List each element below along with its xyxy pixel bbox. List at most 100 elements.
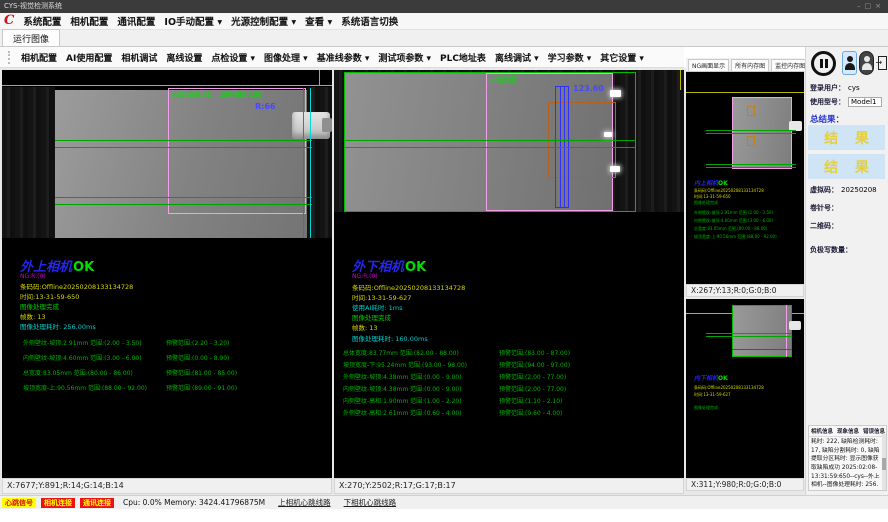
mid-ng-line: NG:R:(0): [352, 273, 378, 280]
virtual-code-value: 20250208: [841, 186, 877, 194]
user-login-button[interactable]: [842, 51, 857, 75]
virtual-code-row: 虚拟码：20250208: [810, 185, 877, 195]
green-measure-line: [345, 140, 635, 141]
total-result-label: 总结果：: [810, 113, 844, 125]
login-user-value: cys: [848, 84, 860, 92]
mid-camera-view[interactable]: AI检测框 123.60 外下相机OK NG:R:(0) 条码码:Offline…: [334, 70, 684, 478]
minimize-button[interactable]: –: [857, 2, 865, 10]
preview-view-1[interactable]: 内上相机OK 条码码:Offline20250208133134728 时间:1…: [686, 72, 804, 284]
menu-language-switch[interactable]: 系统语言切换: [341, 14, 398, 28]
pause-icon: [811, 51, 836, 76]
tool-ai-use-config[interactable]: AI使用配置: [66, 51, 112, 64]
window-titlebar: CYS-视觉检测系统: [0, 0, 888, 13]
left-pixel-coords-bar: X:7677;Y:891;R:14;G:14;B:14: [2, 478, 332, 494]
bottom-spacer: [0, 509, 888, 522]
tool-image-processing[interactable]: 图像处理 ▾: [264, 51, 308, 64]
measurement-row: 坡顶宽度-上:90.56mm 范围:(88.00 - 92.00)预警范围:(8…: [23, 383, 328, 392]
tab-ng-display[interactable]: NG画面显示: [688, 59, 729, 71]
mid-elapsed-time: 图像处理耗时: 160.00ms: [352, 333, 428, 343]
measurement-row: 外侧壁纹-坡顶:4.38mm 范围:(0.00 - 9.00)预警范围:(2.0…: [343, 372, 681, 381]
menu-camera-config[interactable]: 相机配置: [70, 14, 108, 28]
pause-button[interactable]: [809, 49, 837, 77]
window-controls: –□×: [857, 0, 885, 13]
control-panel: → 登录用户：cys 使用型号：Model1 总结果： 结 果 结 果 虚拟码：…: [805, 47, 888, 495]
green-measure-line: [55, 204, 312, 205]
toolbar: 相机配置 AI使用配置 相机调试 离线设置 点检设置 ▾ 图像处理 ▾ 基准线参…: [0, 47, 684, 68]
tool-offline-setting[interactable]: 离线设置: [166, 51, 202, 64]
tab-all-memory-images[interactable]: 所有内存图: [731, 59, 769, 71]
left-camera-status: OK: [73, 260, 94, 275]
app-logo-icon: C: [4, 14, 14, 28]
blue-measure-line: [732, 349, 792, 350]
qr-code-row: 二维码：: [810, 221, 838, 231]
user-switch-button[interactable]: [859, 51, 874, 75]
log-box[interactable]: 相机信息 现象信息 错误信息 耗时: 222, 缺陷检测耗时: 17, 缺陷分割…: [808, 425, 887, 491]
menu-system-config[interactable]: 系统配置: [23, 14, 61, 28]
green-measure-line: [55, 140, 312, 141]
tool-learning-params[interactable]: 学习参数 ▾: [548, 51, 592, 64]
log-tab-camera-info[interactable]: 相机信息: [811, 427, 833, 435]
user-dark-icon: [861, 55, 873, 71]
preview-view-2[interactable]: 内下相机OK 条码码:Offline20250208133134728 时间:1…: [686, 299, 804, 478]
measurement-row: 总宽度:83.05mm 范围:(80.00 - 86.00): [694, 226, 802, 232]
result-box-2: 结 果: [808, 154, 885, 179]
app-window: CYS-视觉检测系统 –□× C 系统配置 相机配置 通讯配置 IO手动配置 ▾…: [0, 0, 888, 522]
exit-button[interactable]: →: [876, 51, 888, 75]
left-frame-count: 帧数: 13: [20, 311, 46, 321]
preview1-pixel-coords-bar: X:267;Y:13;R:0;G:0;B:0: [686, 284, 804, 297]
cyan-vertical-line: [310, 88, 311, 238]
measurement-row: 总体宽度:83.77mm 范围:(82.00 - 88.00)预警范围:(83.…: [343, 348, 681, 357]
log-scrollbar-thumb[interactable]: [882, 458, 886, 470]
tool-camera-debug[interactable]: 相机调试: [121, 51, 157, 64]
window-title: CYS-视觉检测系统: [4, 2, 62, 10]
measurement-row: 内侧壁纹-坡顶:4.60mm 范围:(3.00 - 6.00): [694, 218, 802, 224]
preview2-pixel-coords-bar: X:311;Y:980;R:0;G:0;B:0: [686, 478, 804, 491]
mid-process-done: 图像处理完成: [352, 312, 391, 322]
log-scrollbar[interactable]: [882, 434, 886, 491]
comm-connect-badge: 通讯连接: [80, 498, 114, 508]
menu-comm-config[interactable]: 通讯配置: [117, 14, 155, 28]
mid-camera-status: OK: [405, 260, 426, 275]
tool-test-item-params[interactable]: 测试项参数 ▾: [378, 51, 431, 64]
specular-glint: [610, 166, 620, 172]
tab-monitor-memory-images[interactable]: 监控内存图: [771, 59, 809, 71]
model-input[interactable]: Model1: [848, 97, 882, 107]
tool-offline-debug[interactable]: 离线调试 ▾: [495, 51, 539, 64]
heartbeat-badge: 心跳信号: [2, 498, 36, 508]
measurement-row: 内侧壁纹-坡顶:4.60mm 范围:(3.00 - 6.00)预警范围:(0.0…: [23, 353, 328, 362]
connector-object: [789, 321, 801, 330]
tool-spot-check-setting[interactable]: 点检设置 ▾: [211, 51, 255, 64]
mid-time-line: 时间:13-31-59-627: [352, 292, 411, 302]
measure-overlay-value: 123.60: [573, 84, 604, 93]
preview1-title: 内上相机OK: [694, 178, 728, 187]
camera-connect-badge: 相机连接: [41, 498, 75, 508]
left-image-dark-region: [2, 87, 55, 238]
menu-light-control-config[interactable]: 光源控制配置 ▾: [231, 14, 296, 28]
connector-object-tip: [322, 118, 332, 132]
close-button[interactable]: ×: [875, 2, 885, 10]
tool-camera-config[interactable]: 相机配置: [21, 51, 57, 64]
log-tab-phenomenon-info[interactable]: 现象信息: [837, 427, 859, 435]
left-ng-line: NG:R:(0): [20, 273, 46, 280]
maximize-button[interactable]: □: [865, 2, 876, 10]
roi-box-orange: [747, 106, 755, 116]
mid-barcode-line: 条码码:Offline20250208133134728: [352, 282, 465, 292]
tool-plc-address-table[interactable]: PLC地址表: [440, 51, 486, 64]
menu-view[interactable]: 查看 ▾: [305, 14, 332, 28]
left-time-line: 时间:13-31-59-650: [20, 291, 79, 301]
specular-glint: [610, 90, 621, 97]
preview2-process-done: 图像处理完成: [694, 405, 718, 411]
tab-run-image[interactable]: 运行图像: [2, 29, 60, 46]
tool-baseline-params[interactable]: 基准线参数 ▾: [317, 51, 370, 64]
measurement-row: 坡顶宽度-下:95.24mm 范围:(93.00 - 98.00)预警范围:(9…: [343, 360, 681, 369]
status-bar: 心跳信号 相机连接 通讯连接 Cpu: 0.0% Memory: 3424.41…: [0, 495, 888, 509]
yellow-reference-line-vertical: [680, 70, 681, 90]
menu-io-manual-config[interactable]: IO手动配置 ▾: [164, 14, 222, 28]
needle-number-row: 卷针号：: [810, 203, 838, 213]
login-user-row: 登录用户：cys: [810, 83, 860, 93]
lower-camera-heartbeat-link[interactable]: 下相机心跳线路: [344, 497, 397, 508]
upper-camera-heartbeat-link[interactable]: 上相机心跳线路: [278, 497, 331, 508]
model-row: 使用型号：Model1: [810, 97, 882, 107]
left-camera-view[interactable]: 固定阈值:93，动态阈值:100 R:66 外上相机OK NG:R:(0) 条码…: [2, 70, 332, 478]
tool-other-settings[interactable]: 其它设置 ▾: [600, 51, 644, 64]
